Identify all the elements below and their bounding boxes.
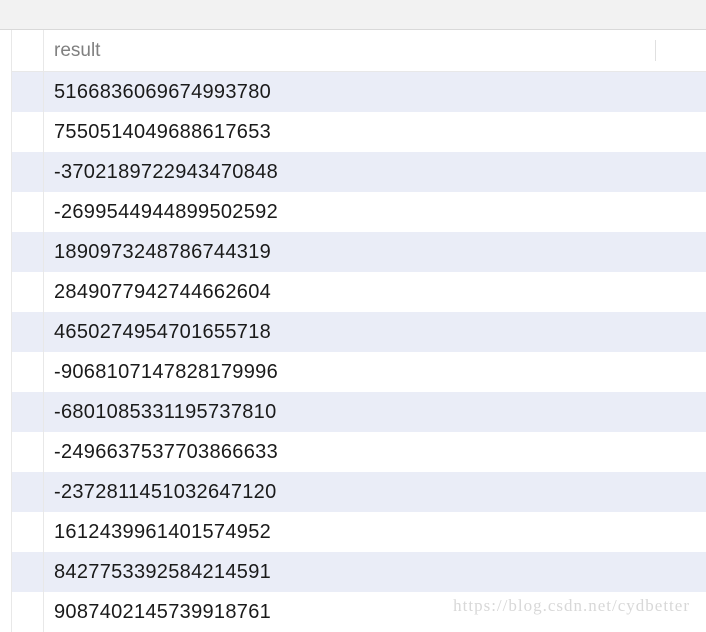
row-number-cell[interactable] — [12, 392, 43, 432]
row-number-cell[interactable] — [12, 472, 43, 512]
table-row[interactable]: -9068107147828179996 — [44, 352, 706, 392]
cell-value: 4650274954701655718 — [54, 321, 271, 344]
table-row[interactable]: -6801085331195737810 — [44, 392, 706, 432]
table-row[interactable]: -2496637537703866633 — [44, 432, 706, 472]
table-row[interactable]: 5166836069674993780 — [44, 72, 706, 112]
cell-value: -9068107147828179996 — [54, 361, 278, 384]
table-row[interactable]: 1612439961401574952 — [44, 512, 706, 552]
row-number-cell[interactable] — [12, 592, 43, 632]
result-table: result 5166836069674993780 7550514049688… — [0, 30, 706, 632]
cell-value: 1890973248786744319 — [54, 241, 271, 264]
table-row[interactable]: 2849077942744662604 — [44, 272, 706, 312]
row-number-cell[interactable] — [12, 432, 43, 472]
top-toolbar — [0, 0, 706, 30]
row-number-cell[interactable] — [12, 72, 43, 112]
row-number-cell[interactable] — [12, 192, 43, 232]
data-column: result 5166836069674993780 7550514049688… — [44, 30, 706, 632]
table-row[interactable]: 9087402145739918761 — [44, 592, 706, 632]
left-gutter — [0, 30, 12, 632]
cell-value: 5166836069674993780 — [54, 81, 271, 104]
cell-value: 7550514049688617653 — [54, 121, 271, 144]
cell-value: 2849077942744662604 — [54, 281, 271, 304]
cell-value: -2699544944899502592 — [54, 201, 278, 224]
row-number-cell[interactable] — [12, 232, 43, 272]
row-number-cell[interactable] — [12, 112, 43, 152]
row-number-column — [12, 30, 44, 632]
row-number-cell[interactable] — [12, 272, 43, 312]
table-row[interactable]: 7550514049688617653 — [44, 112, 706, 152]
row-number-header — [12, 30, 43, 72]
column-header[interactable]: result — [44, 30, 706, 72]
cell-value: 9087402145739918761 — [54, 601, 271, 624]
header-divider — [655, 40, 656, 61]
cell-value: 1612439961401574952 — [54, 521, 271, 544]
table-row[interactable]: 1890973248786744319 — [44, 232, 706, 272]
row-number-cell[interactable] — [12, 312, 43, 352]
cell-value: 8427753392584214591 — [54, 561, 271, 584]
table-row[interactable]: 8427753392584214591 — [44, 552, 706, 592]
table-row[interactable]: 4650274954701655718 — [44, 312, 706, 352]
table-row[interactable]: -2699544944899502592 — [44, 192, 706, 232]
row-number-cell[interactable] — [12, 352, 43, 392]
table-row[interactable]: -3702189722943470848 — [44, 152, 706, 192]
cell-value: -6801085331195737810 — [54, 401, 277, 424]
column-header-label: result — [54, 40, 100, 62]
cell-value: -2372811451032647120 — [54, 481, 277, 504]
cell-value: -3702189722943470848 — [54, 161, 278, 184]
row-number-cell[interactable] — [12, 152, 43, 192]
row-number-cell[interactable] — [12, 512, 43, 552]
cell-value: -2496637537703866633 — [54, 441, 278, 464]
row-number-cell[interactable] — [12, 552, 43, 592]
table-row[interactable]: -2372811451032647120 — [44, 472, 706, 512]
